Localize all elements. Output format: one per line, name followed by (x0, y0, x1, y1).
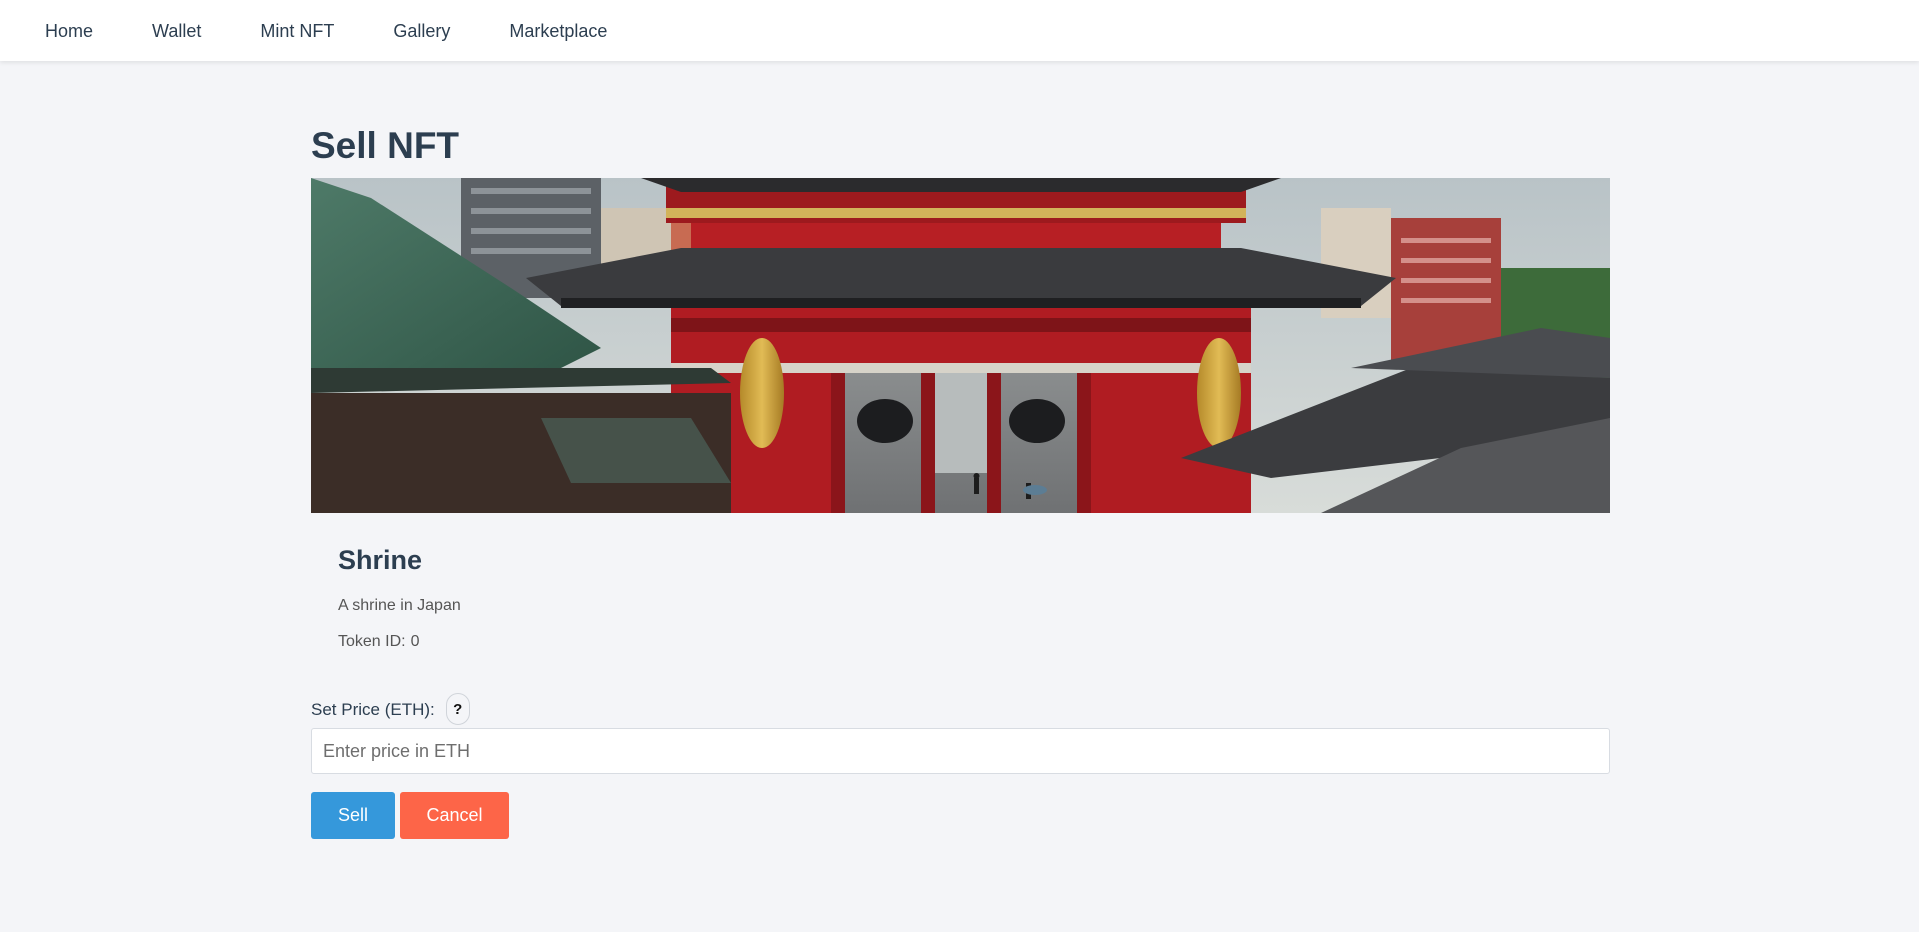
top-navbar: Home Wallet Mint NFT Gallery Marketplace (0, 0, 1919, 61)
token-id-value: 0 (410, 633, 420, 650)
nav-mint-nft[interactable]: Mint NFT (260, 22, 334, 40)
nav-home[interactable]: Home (45, 22, 93, 40)
nft-image (311, 178, 1610, 513)
price-input[interactable] (311, 728, 1610, 774)
price-label-row: Set Price (ETH): ? (311, 693, 470, 725)
cancel-button[interactable]: Cancel (400, 792, 509, 839)
nft-description: A shrine in Japan (338, 597, 461, 614)
nft-token-id: Token ID: 0 (338, 634, 420, 650)
nav-gallery[interactable]: Gallery (393, 22, 450, 40)
page-title: Sell NFT (311, 125, 460, 166)
sell-button[interactable]: Sell (311, 792, 395, 839)
price-label: Set Price (ETH): (311, 699, 435, 719)
shrine-illustration (311, 178, 1610, 513)
nav-wallet[interactable]: Wallet (152, 22, 201, 40)
help-icon[interactable]: ? (445, 693, 470, 725)
nft-name: Shrine (338, 545, 423, 575)
token-id-label: Token ID: (338, 633, 406, 650)
nav-marketplace[interactable]: Marketplace (509, 22, 607, 40)
